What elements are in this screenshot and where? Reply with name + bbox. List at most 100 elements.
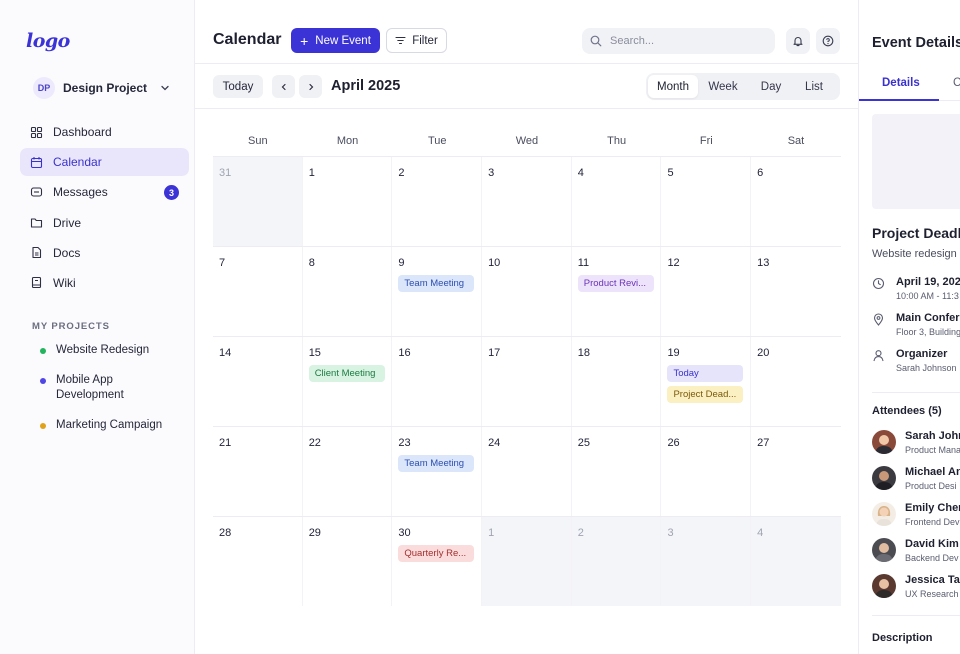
sidebar-item-drive[interactable]: Drive	[20, 209, 189, 237]
attendee-role: Backend Dev	[905, 553, 959, 563]
sidebar-item-wiki[interactable]: Wiki	[20, 269, 189, 297]
project-color-dot	[40, 423, 46, 429]
day-number: 17	[488, 347, 501, 359]
day-number: 9	[398, 257, 405, 269]
day-number: 4	[757, 527, 764, 539]
attendee-row[interactable]: Michael An Product Desi	[872, 466, 960, 494]
sidebar: logo DP Design Project Dashboard Calenda…	[0, 0, 195, 654]
calendar-event[interactable]: Quarterly Re...	[398, 545, 475, 562]
weekday-label: Wed	[515, 135, 539, 147]
attendee-avatar	[872, 430, 896, 454]
view-month-button[interactable]: Month	[648, 75, 698, 98]
calendar-day-cell[interactable]: 16	[392, 337, 483, 426]
attendee-role: Product Desi	[905, 481, 957, 491]
calendar-day-cell[interactable]: 27	[751, 427, 841, 516]
calendar-week-row: 31 1 2 3 4 5 6	[213, 156, 841, 246]
calendar-day-cell[interactable]: 20	[751, 337, 841, 426]
day-number: 7	[219, 257, 226, 269]
new-event-button[interactable]: + New Event	[291, 28, 380, 53]
calendar-event[interactable]: Team Meeting	[398, 455, 475, 472]
clock-icon	[872, 277, 885, 290]
calendar-day-cell[interactable]: 3	[661, 517, 752, 606]
calendar-day-cell[interactable]: 6	[751, 157, 841, 246]
view-switcher: Month Week Day List	[646, 73, 840, 100]
calendar-day-cell[interactable]: 28	[213, 517, 303, 606]
next-month-button[interactable]	[299, 75, 322, 98]
project-name: Design Project	[63, 81, 148, 95]
event-location: Main Confere	[896, 312, 960, 324]
calendar-day-cell[interactable]: 12	[661, 247, 752, 336]
calendar-day-cell[interactable]: 11 Product Revi...	[572, 247, 662, 336]
day-number: 15	[308, 347, 321, 359]
calendar-day-cell[interactable]: 26	[661, 427, 752, 516]
filter-button[interactable]: Filter	[386, 28, 447, 53]
calendar-day-cell[interactable]: 10	[482, 247, 572, 336]
view-week-button[interactable]: Week	[698, 75, 748, 98]
calendar-day-cell[interactable]: 17	[482, 337, 572, 426]
new-event-label: New Event	[315, 34, 371, 47]
calendar-day-cell[interactable]: 18	[572, 337, 662, 426]
calendar-event[interactable]: Project Dead...	[667, 386, 744, 403]
chevron-right-icon	[308, 83, 313, 90]
calendar-day-cell[interactable]: 13	[751, 247, 841, 336]
previous-month-button[interactable]	[272, 75, 295, 98]
day-number: 21	[219, 437, 232, 449]
calendar-icon	[30, 156, 43, 168]
sidebar-item-calendar[interactable]: Calendar	[20, 148, 189, 177]
tab-details[interactable]: Details	[882, 77, 920, 89]
calendar-event[interactable]: Team Meeting	[398, 275, 475, 292]
attendee-row[interactable]: David Kim Backend Dev	[872, 538, 960, 566]
attendee-row[interactable]: Jessica Tay UX Research	[872, 574, 960, 602]
calendar-day-cell[interactable]: 25	[572, 427, 662, 516]
today-marker[interactable]: Today	[667, 365, 744, 382]
project-item-mobile-app[interactable]: Mobile App Development	[40, 373, 130, 403]
calendar-day-cell[interactable]: 15 Client Meeting	[303, 337, 393, 426]
calendar-day-cell[interactable]: 8	[303, 247, 393, 336]
calendar-day-cell[interactable]: 24	[482, 427, 572, 516]
calendar-day-cell[interactable]: 7	[213, 247, 303, 336]
project-item-website-redesign[interactable]: Website Redesign	[40, 343, 188, 358]
calendar-day-cell[interactable]: 19 Today Project Dead...	[661, 337, 752, 426]
notifications-button[interactable]	[786, 28, 810, 54]
day-number: 29	[308, 527, 321, 539]
calendar-day-cell[interactable]: 22	[303, 427, 393, 516]
attendee-row[interactable]: Emily Chen Frontend Dev	[872, 502, 960, 530]
calendar-day-cell[interactable]: 23 Team Meeting	[392, 427, 483, 516]
search-box[interactable]	[582, 28, 775, 54]
calendar-day-cell[interactable]: 14	[213, 337, 303, 426]
sidebar-item-dashboard[interactable]: Dashboard	[20, 118, 189, 146]
calendar-day-cell[interactable]: 4	[572, 157, 662, 246]
calendar-day-cell[interactable]: 9 Team Meeting	[392, 247, 483, 336]
view-day-button[interactable]: Day	[748, 75, 794, 98]
sidebar-item-docs[interactable]: Docs	[20, 239, 189, 267]
sidebar-item-messages[interactable]: Messages 3	[20, 178, 189, 206]
calendar-event[interactable]: Client Meeting	[308, 365, 385, 382]
search-input[interactable]	[610, 35, 760, 47]
app-logo[interactable]: logo	[26, 30, 70, 52]
chevron-down-icon	[161, 85, 169, 91]
top-bar: Calendar + New Event Filter	[195, 0, 858, 64]
calendar-day-cell[interactable]: 2	[392, 157, 483, 246]
calendar-day-cell[interactable]: 2	[571, 517, 662, 606]
help-button[interactable]	[816, 28, 840, 54]
project-selector[interactable]: DP Design Project	[28, 74, 184, 102]
calendar-day-cell[interactable]: 3	[482, 157, 572, 246]
projects-list: Website Redesign Mobile App Development …	[40, 343, 188, 433]
calendar-day-cell[interactable]: 31	[213, 157, 303, 246]
calendar-event[interactable]: Product Revi...	[577, 275, 654, 292]
calendar-day-cell[interactable]: 1	[482, 517, 572, 606]
tab-second[interactable]: C	[953, 77, 960, 89]
event-title: Project Deadli	[872, 225, 960, 241]
calendar-day-cell[interactable]: 21	[213, 427, 303, 516]
calendar-day-cell[interactable]: 30 Quarterly Re...	[392, 517, 483, 606]
calendar-day-cell[interactable]: 5	[661, 157, 752, 246]
project-item-marketing-campaign[interactable]: Marketing Campaign	[40, 418, 188, 433]
today-button[interactable]: Today	[213, 75, 263, 98]
attendee-row[interactable]: Sarah John Product Mana	[872, 430, 960, 458]
calendar-day-cell[interactable]: 29	[303, 517, 393, 606]
view-list-button[interactable]: List	[794, 75, 834, 98]
calendar-day-cell[interactable]: 4	[751, 517, 841, 606]
day-number: 8	[308, 257, 315, 269]
event-location-detail: Floor 3, Building	[896, 327, 960, 337]
calendar-day-cell[interactable]: 1	[303, 157, 393, 246]
